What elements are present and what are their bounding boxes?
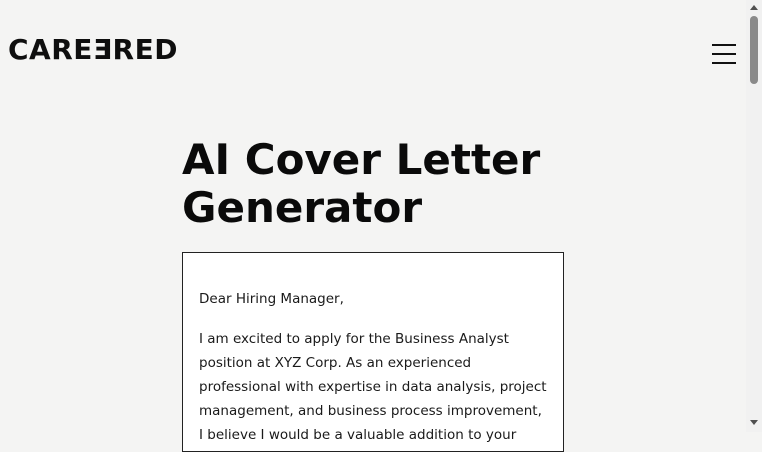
cover-letter-preview[interactable]: Dear Hiring Manager, I am excited to app… [182, 252, 564, 452]
scroll-down-arrow-icon[interactable] [750, 420, 758, 425]
menu-bar-top [712, 44, 736, 46]
site-header: CAREERED [0, 0, 746, 100]
letter-paragraph: I am excited to apply for the Business A… [199, 331, 547, 443]
page-title: AI Cover Letter Generator [182, 135, 541, 232]
menu-bar-middle [712, 53, 736, 55]
logo-flipped-letter: E [92, 33, 113, 66]
letter-greeting: Dear Hiring Manager, [199, 291, 344, 307]
scrollbar-thumb[interactable] [750, 16, 758, 84]
menu-bar-bottom [712, 62, 736, 64]
logo-suffix: RED [112, 33, 178, 66]
careered-logo[interactable]: CAREERED [8, 33, 178, 66]
scroll-up-arrow-icon[interactable] [750, 5, 758, 10]
logo-prefix: CARE [8, 33, 93, 66]
page-scrollbar[interactable] [746, 0, 762, 432]
hamburger-menu-icon[interactable] [712, 42, 736, 64]
